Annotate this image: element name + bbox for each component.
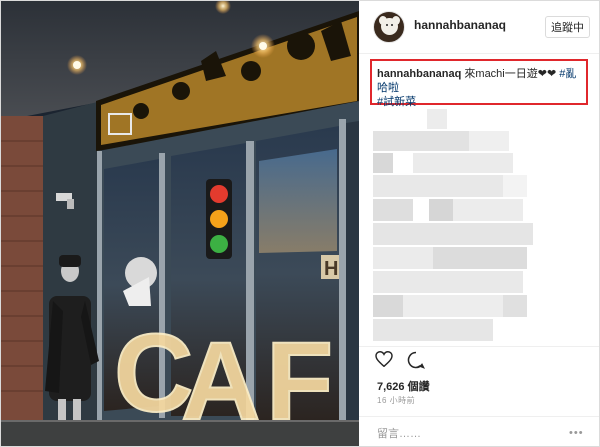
storefront-image: H C A F — [1, 1, 359, 446]
comment-icon[interactable] — [407, 351, 425, 369]
following-button[interactable]: 追蹤中 — [545, 16, 590, 38]
like-count[interactable]: 7,626 個讚 — [377, 378, 430, 394]
window-letter-h: H — [324, 258, 338, 280]
comment-input[interactable]: 留言…… — [377, 425, 421, 441]
caption-text: 來machi一日遊❤❤ — [464, 68, 557, 80]
heart-icon[interactable] — [375, 351, 393, 367]
blurred-comments — [373, 109, 587, 345]
action-bar — [359, 346, 599, 373]
post-sidebar: hannahbananaq 追蹤中 hannahbananaq 來machi一日… — [359, 1, 599, 446]
header-username[interactable]: hannahbananaq — [414, 18, 506, 32]
post-caption: hannahbananaq 來machi一日遊❤❤ #亂哈啦 #試新菜 — [377, 67, 587, 109]
more-options-icon[interactable]: ••• — [569, 427, 584, 439]
post-frame: H C A F hannahbananaq 追蹤中 hannahbananaq … — [0, 0, 600, 447]
avatar[interactable] — [373, 11, 405, 43]
post-photo[interactable]: H C A F — [1, 1, 359, 446]
caption-username[interactable]: hannahbananaq — [377, 68, 461, 80]
hashtag-link[interactable]: #試新菜 — [377, 96, 416, 108]
post-timestamp: 16 小時前 — [377, 396, 416, 405]
